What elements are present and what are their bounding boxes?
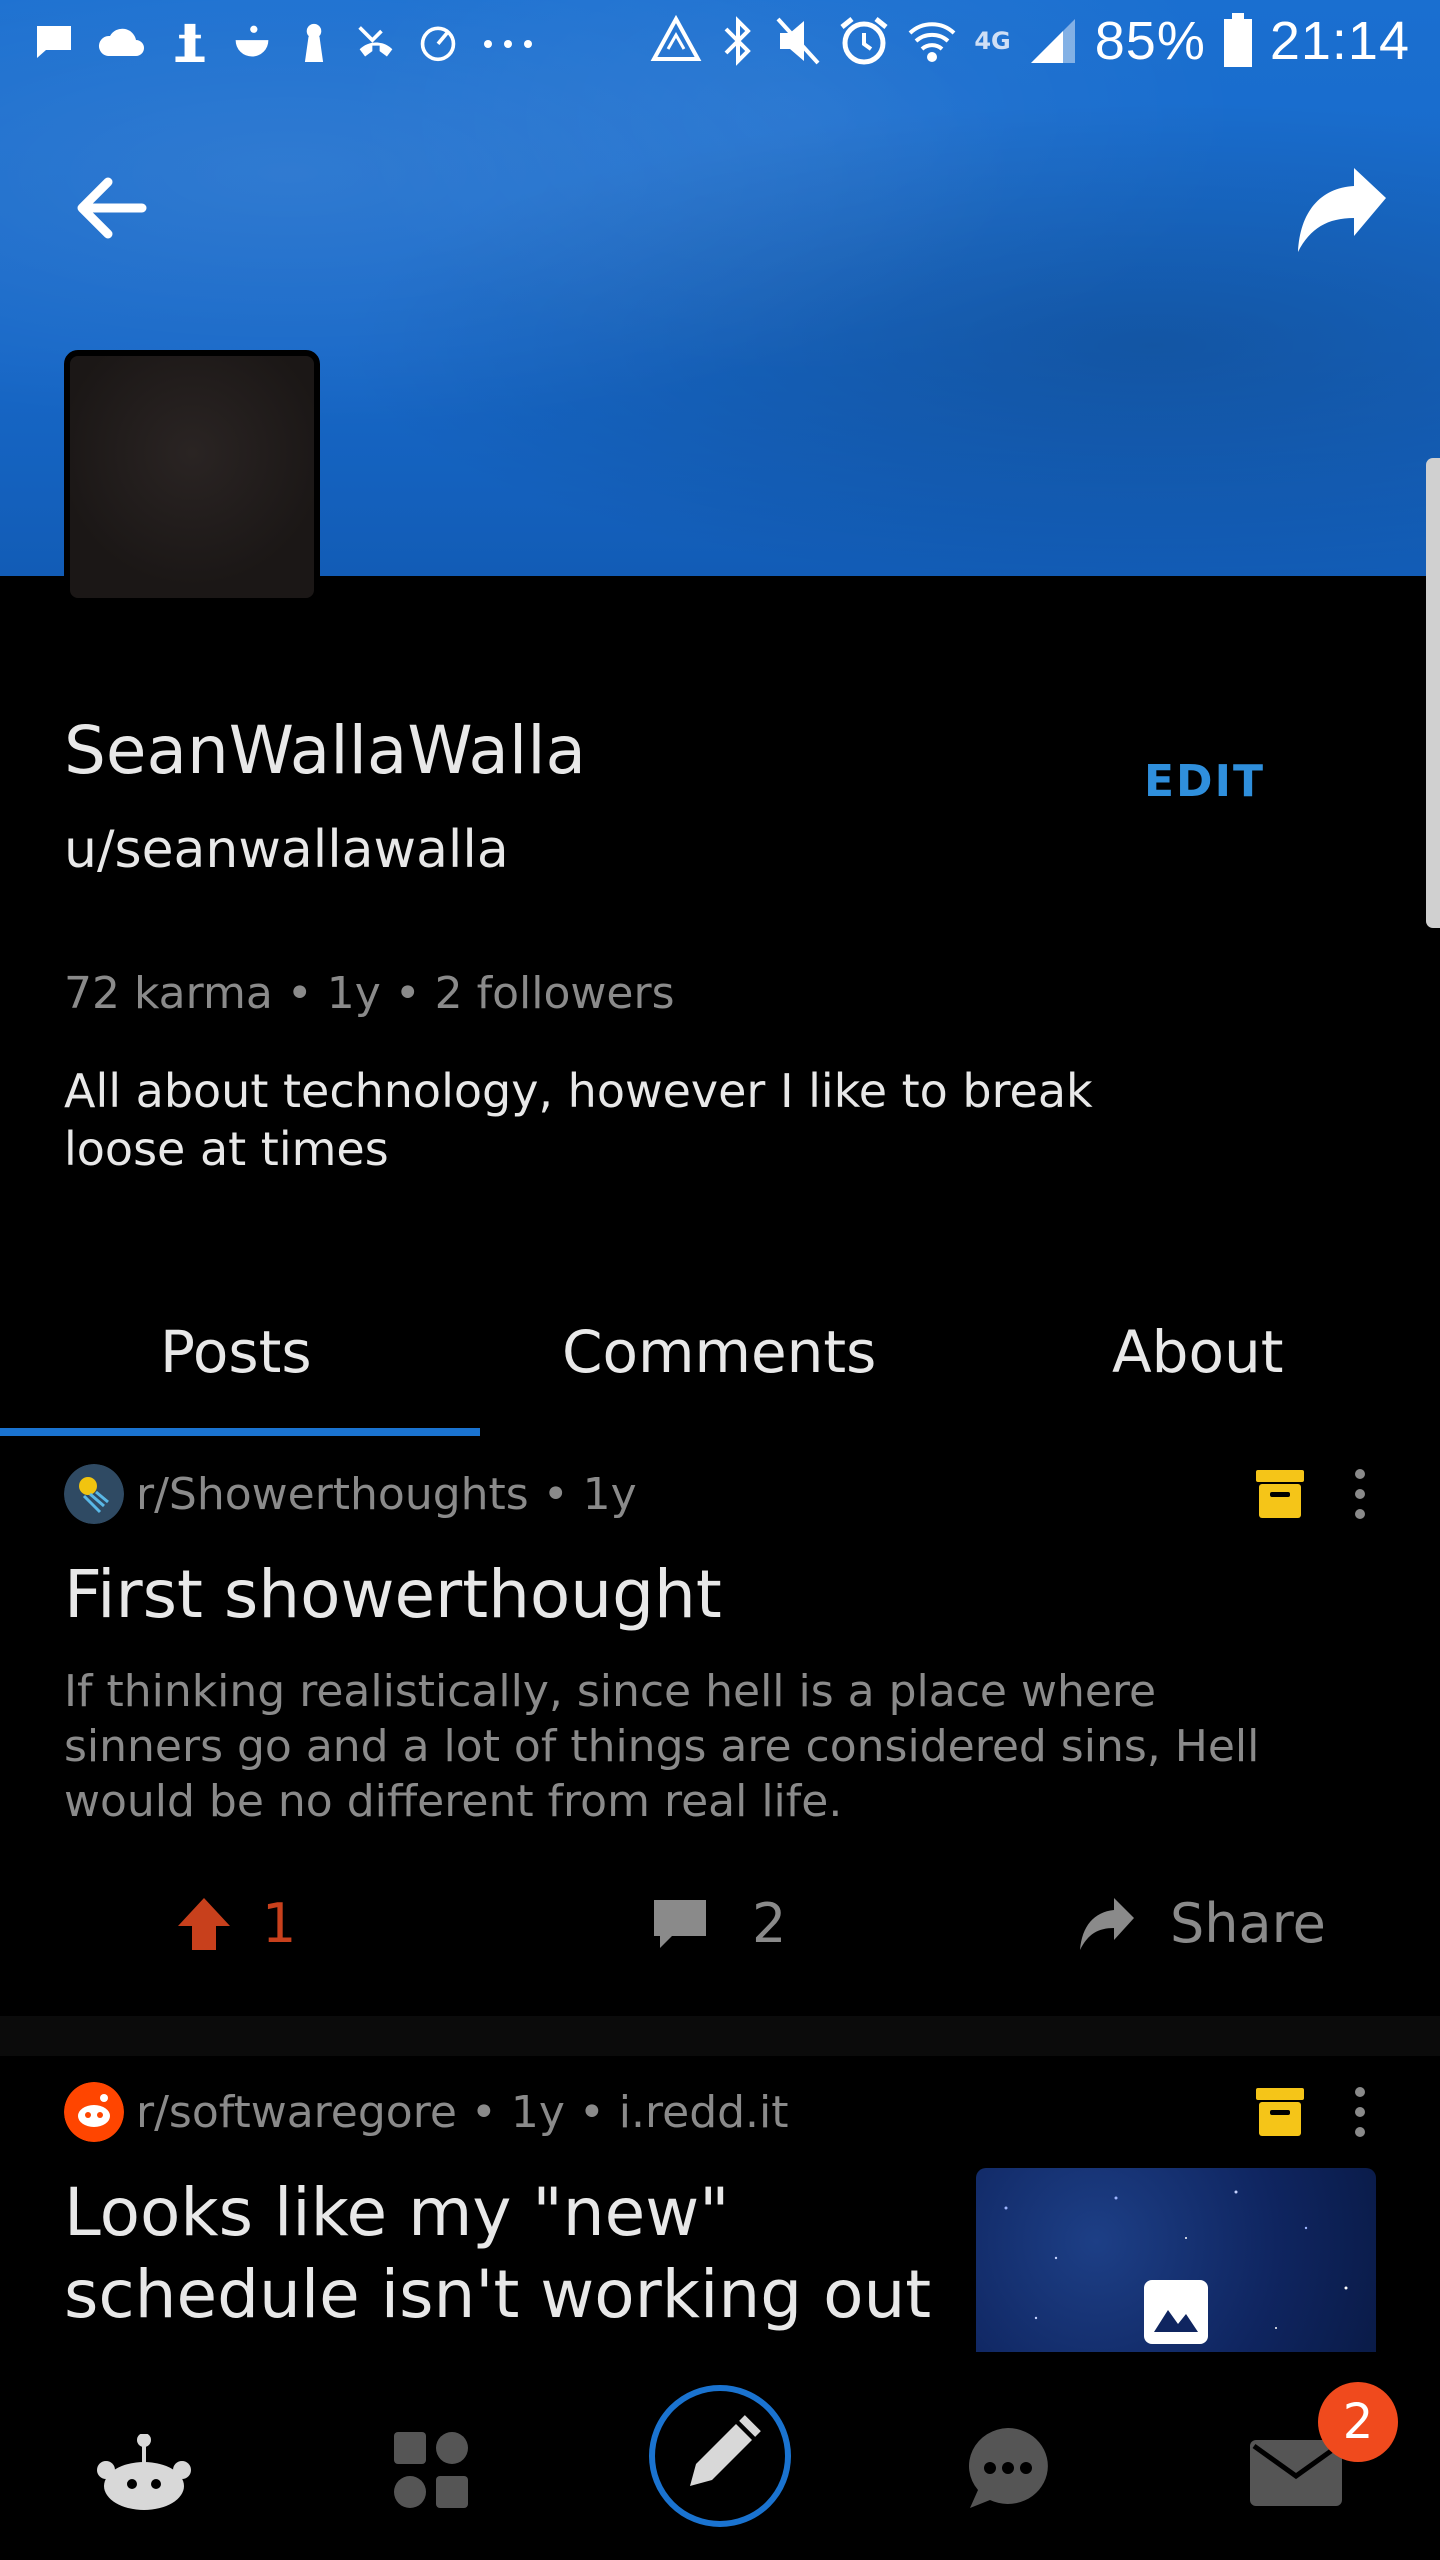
profile-tabs: Posts Comments About xyxy=(0,1296,1440,1434)
post-body[interactable]: If thinking realistically, since hell is… xyxy=(64,1664,1314,1829)
upvote-button[interactable]: 1 xyxy=(176,1892,296,1955)
scrollbar[interactable] xyxy=(1426,458,1440,928)
profile-stats: 72 karma • 1y • 2 followers xyxy=(64,968,675,1019)
bluetooth-icon xyxy=(724,16,752,66)
clock: 21:14 xyxy=(1269,11,1410,71)
create-post-icon[interactable] xyxy=(646,2382,794,2530)
post-title[interactable]: Looks like my "new" schedule isn't worki… xyxy=(64,2172,964,2336)
avatar[interactable] xyxy=(64,350,320,604)
upvote-count: 1 xyxy=(262,1892,297,1955)
post-meta: r/Showerthoughts • 1y xyxy=(64,1464,637,1524)
more-options-icon[interactable] xyxy=(1348,1464,1372,1524)
post-title[interactable]: First showerthought xyxy=(64,1556,722,1633)
post-meta-text[interactable]: r/softwaregore • 1y • i.redd.it xyxy=(136,2087,789,2138)
alarm-icon xyxy=(840,17,888,65)
image-icon xyxy=(1144,2280,1208,2344)
keyhole-icon xyxy=(304,23,324,62)
post-divider xyxy=(0,2016,1440,2056)
bowl-icon xyxy=(235,25,269,57)
post-meta-text[interactable]: r/Showerthoughts • 1y xyxy=(136,1469,637,1520)
communities-icon[interactable] xyxy=(394,2432,470,2508)
tab-comments[interactable]: Comments xyxy=(562,1318,876,1386)
inbox-icon[interactable] xyxy=(1250,2440,1342,2506)
saved-icon[interactable] xyxy=(1256,1468,1304,1520)
active-tab-indicator xyxy=(0,1428,480,1436)
share-label: Share xyxy=(1170,1892,1326,1955)
share-icon xyxy=(1080,1897,1134,1950)
status-notifications xyxy=(34,22,536,62)
post-thumbnail[interactable] xyxy=(976,2168,1376,2352)
home-icon[interactable] xyxy=(96,2434,192,2514)
mute-icon xyxy=(776,17,820,65)
data-saver-icon xyxy=(650,15,702,61)
status-system: 4G 85% 21:14 xyxy=(650,10,1410,72)
network-type: 4G xyxy=(974,27,1011,55)
wifi-icon xyxy=(908,22,956,62)
cloud-icon xyxy=(98,28,144,56)
post-meta: r/softwaregore • 1y • i.redd.it xyxy=(64,2082,789,2142)
tab-about[interactable]: About xyxy=(1112,1318,1283,1386)
edit-profile-button[interactable]: EDIT xyxy=(1144,756,1265,807)
signal-icon xyxy=(1030,19,1075,63)
more-notifications-icon xyxy=(484,40,532,48)
bottom-navigation xyxy=(0,2352,1440,2560)
share-button[interactable]: Share xyxy=(1076,1892,1326,1955)
speedometer-icon xyxy=(420,26,456,62)
building-icon xyxy=(175,23,205,62)
saved-icon[interactable] xyxy=(1256,2086,1304,2138)
more-options-icon[interactable] xyxy=(1348,2082,1372,2142)
comment-icon xyxy=(654,1899,706,1948)
battery-percent: 85% xyxy=(1094,11,1206,71)
comments-button[interactable]: 2 xyxy=(652,1892,786,1955)
battery-icon xyxy=(1223,13,1252,67)
share-profile-icon[interactable] xyxy=(1290,160,1390,260)
softwaregore-icon[interactable] xyxy=(64,2082,124,2142)
profile-bio: All about technology, however I like to … xyxy=(64,1064,1093,1176)
back-arrow-icon[interactable] xyxy=(70,168,150,248)
inbox-badge: 2 xyxy=(1318,2382,1398,2462)
status-bar: 4G 85% 21:14 xyxy=(0,0,1440,96)
chat-icon[interactable] xyxy=(964,2424,1052,2512)
tab-posts[interactable]: Posts xyxy=(160,1318,312,1386)
upvote-arrow-icon xyxy=(178,1897,230,1950)
comment-count: 2 xyxy=(752,1892,787,1955)
message-icon xyxy=(37,26,71,58)
display-name: SeanWallaWalla xyxy=(64,712,586,789)
missed-call-icon xyxy=(358,26,393,57)
showerthoughts-icon[interactable] xyxy=(64,1464,124,1524)
username: u/seanwallawalla xyxy=(64,820,509,880)
